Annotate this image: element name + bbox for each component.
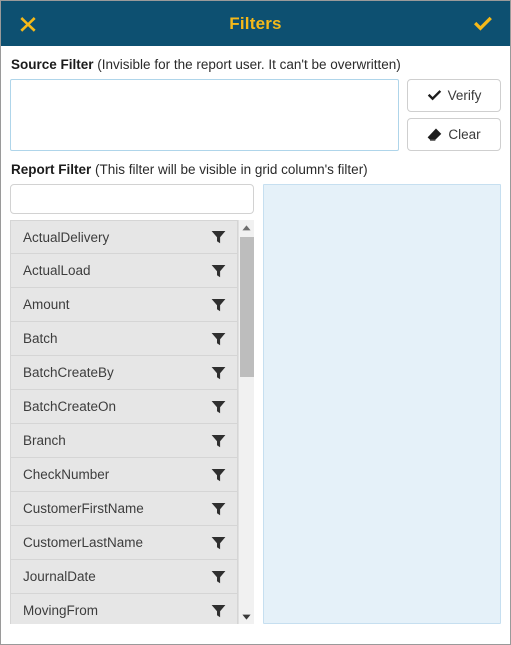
list-item[interactable]: Batch xyxy=(10,322,238,356)
list-item-label: JournalDate xyxy=(23,569,96,584)
list-item-label: CustomerLastName xyxy=(23,535,144,550)
source-filter-title: Source Filter xyxy=(11,57,94,72)
list-item-label: CustomerFirstName xyxy=(23,501,144,516)
list-item[interactable]: ActualDelivery xyxy=(10,220,238,254)
funnel-icon[interactable] xyxy=(211,332,226,346)
list-item[interactable]: JournalDate xyxy=(10,560,238,594)
list-item-label: ActualDelivery xyxy=(23,229,110,245)
list-item-label: CheckNumber xyxy=(23,467,110,482)
list-item[interactable]: Amount xyxy=(10,288,238,322)
selected-filters-drop-panel[interactable] xyxy=(263,184,501,624)
funnel-icon[interactable] xyxy=(211,264,226,278)
report-filter-title: Report Filter xyxy=(11,162,92,177)
report-filter-area: ActualDelivery ActualLoad Amount Batch Batch… xyxy=(10,184,501,624)
scrollbar-track[interactable] xyxy=(239,235,255,609)
columns-scrollbar[interactable] xyxy=(238,220,254,624)
check-icon xyxy=(427,89,442,102)
list-item-label: Amount xyxy=(23,297,70,312)
available-columns-list: ActualDelivery ActualLoad Amount Batch Batch… xyxy=(10,220,238,624)
dialog-body: Source Filter (Invisible for the report … xyxy=(1,57,510,624)
scrollbar-thumb[interactable] xyxy=(239,237,254,377)
check-icon[interactable] xyxy=(470,11,496,37)
list-item[interactable]: ActualLoad xyxy=(10,254,238,288)
clear-button[interactable]: Clear xyxy=(407,118,501,151)
list-item[interactable]: BatchCreateOn xyxy=(10,390,238,424)
dialog-titlebar: Filters xyxy=(1,1,510,46)
list-item-label: MovingFrom xyxy=(23,603,99,618)
funnel-icon[interactable] xyxy=(211,434,226,448)
available-columns-panel: ActualDelivery ActualLoad Amount Batch Batch… xyxy=(10,184,254,624)
funnel-icon[interactable] xyxy=(211,230,226,244)
close-x-icon[interactable] xyxy=(15,11,41,37)
list-item-label: BatchCreateOn xyxy=(23,399,117,414)
list-item[interactable]: Branch xyxy=(10,424,238,458)
triangle-up-icon[interactable] xyxy=(238,220,254,235)
list-item[interactable]: CustomerFirstName xyxy=(10,492,238,526)
available-columns-list-wrap: ActualDelivery ActualLoad Amount Batch Batch… xyxy=(10,220,254,624)
list-item-label: BatchCreateBy xyxy=(23,365,114,380)
list-item-label: Batch xyxy=(23,331,58,346)
eraser-icon xyxy=(427,128,442,141)
verify-button-label: Verify xyxy=(447,88,482,103)
source-filter-row: Verify Clear xyxy=(10,79,501,151)
source-filter-textarea[interactable] xyxy=(10,79,399,151)
funnel-icon[interactable] xyxy=(211,536,226,550)
funnel-icon[interactable] xyxy=(211,570,226,584)
report-filter-hint: (This filter will be visible in grid col… xyxy=(95,162,368,177)
filters-dialog: Filters Source Filter (Invisible for the… xyxy=(0,0,511,645)
funnel-icon[interactable] xyxy=(211,366,226,380)
list-item[interactable]: CheckNumber xyxy=(10,458,238,492)
funnel-icon[interactable] xyxy=(211,298,226,312)
funnel-icon[interactable] xyxy=(211,468,226,482)
list-item-label: ActualLoad xyxy=(23,263,91,278)
verify-button[interactable]: Verify xyxy=(407,79,501,112)
list-item-label: Branch xyxy=(23,433,66,448)
funnel-icon[interactable] xyxy=(211,502,226,516)
list-item[interactable]: CustomerLastName xyxy=(10,526,238,560)
source-filter-buttons: Verify Clear xyxy=(407,79,501,151)
list-item[interactable]: MovingFrom xyxy=(10,594,238,624)
funnel-icon[interactable] xyxy=(211,400,226,414)
dialog-title: Filters xyxy=(229,13,282,33)
funnel-icon[interactable] xyxy=(211,604,226,618)
report-filter-label: Report Filter (This filter will be visib… xyxy=(11,162,501,177)
clear-button-label: Clear xyxy=(448,127,481,142)
source-filter-hint: (Invisible for the report user. It can't… xyxy=(97,57,401,72)
source-filter-label: Source Filter (Invisible for the report … xyxy=(11,57,501,72)
column-search-input[interactable] xyxy=(10,184,254,214)
triangle-down-icon[interactable] xyxy=(238,609,254,624)
list-item[interactable]: BatchCreateBy xyxy=(10,356,238,390)
